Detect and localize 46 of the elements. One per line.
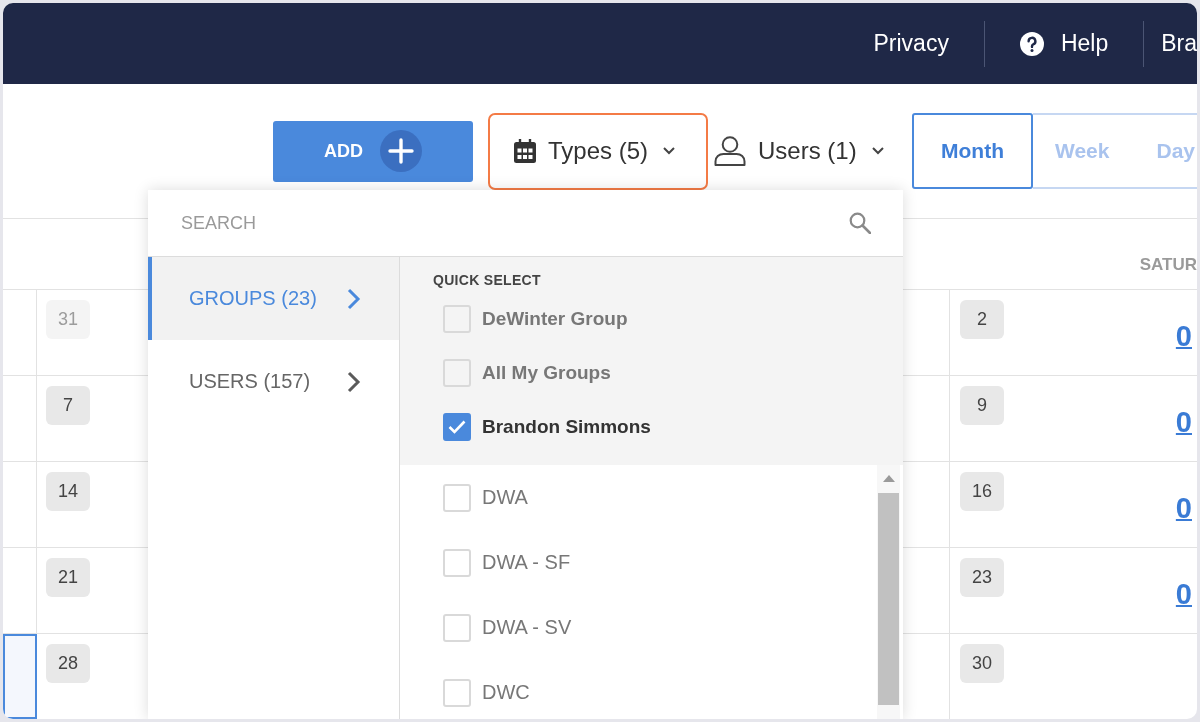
checkbox-label[interactable]: DeWinter Group [482,308,628,330]
checkbox-label[interactable]: DWA - SV [482,616,572,639]
types-filter-button[interactable]: Types (5) [488,112,709,190]
scrollbar-thumb[interactable] [878,493,899,705]
scroll-up-arrow-icon[interactable] [882,475,895,482]
checkbox-label[interactable]: All My Groups [482,362,611,384]
nav-link[interactable]: Bra [1144,30,1197,57]
day-number: 2 [960,300,1004,339]
users-filter-button[interactable]: Users (1) [708,112,890,190]
day-number: 21 [46,558,90,597]
search-field[interactable]: SEARCH [181,203,839,243]
tick-icon [448,420,466,434]
section-title: QUICK SELECT [433,272,541,288]
day-number: 14 [46,472,90,511]
search-icon[interactable] [849,212,871,234]
plus-icon [380,130,422,172]
help-icon [1019,31,1044,56]
column-header: SATUR [1139,255,1197,275]
checkbox-label[interactable]: DWA [482,486,528,509]
checkbox[interactable] [443,413,471,441]
checkbox-label[interactable]: DWC [482,681,530,704]
event-count-link[interactable]: 0 [1175,578,1192,611]
day-number: 23 [960,558,1004,597]
day-number: 9 [960,386,1004,425]
calendar-icon [514,139,536,163]
add-button[interactable]: ADD [273,120,473,182]
day-number: 16 [960,472,1004,511]
person-icon [714,136,747,166]
caret-icon [871,147,884,155]
day-number: 31 [46,300,90,339]
help-link[interactable]: Help [984,30,1144,57]
checkbox-label[interactable]: Brandon Simmons [482,416,651,438]
checkbox-label[interactable]: DWA - SF [482,551,571,574]
day-number: 28 [46,644,90,683]
day-number: 7 [46,386,90,425]
chevron-right-icon [347,370,361,393]
caret-icon [663,147,676,155]
chevron-right-icon [347,287,361,310]
day-number: 30 [960,644,1004,683]
category-tab[interactable]: GROUPS (23) [148,257,399,340]
scrollbar[interactable] [877,465,900,719]
event-count-link[interactable]: 0 [1175,492,1192,525]
nav-link[interactable]: Privacy [838,30,984,57]
view-tab[interactable]: Month [912,113,1033,189]
event-count-link[interactable]: 0 [1175,320,1192,353]
event-count-link[interactable]: 0 [1175,406,1192,439]
